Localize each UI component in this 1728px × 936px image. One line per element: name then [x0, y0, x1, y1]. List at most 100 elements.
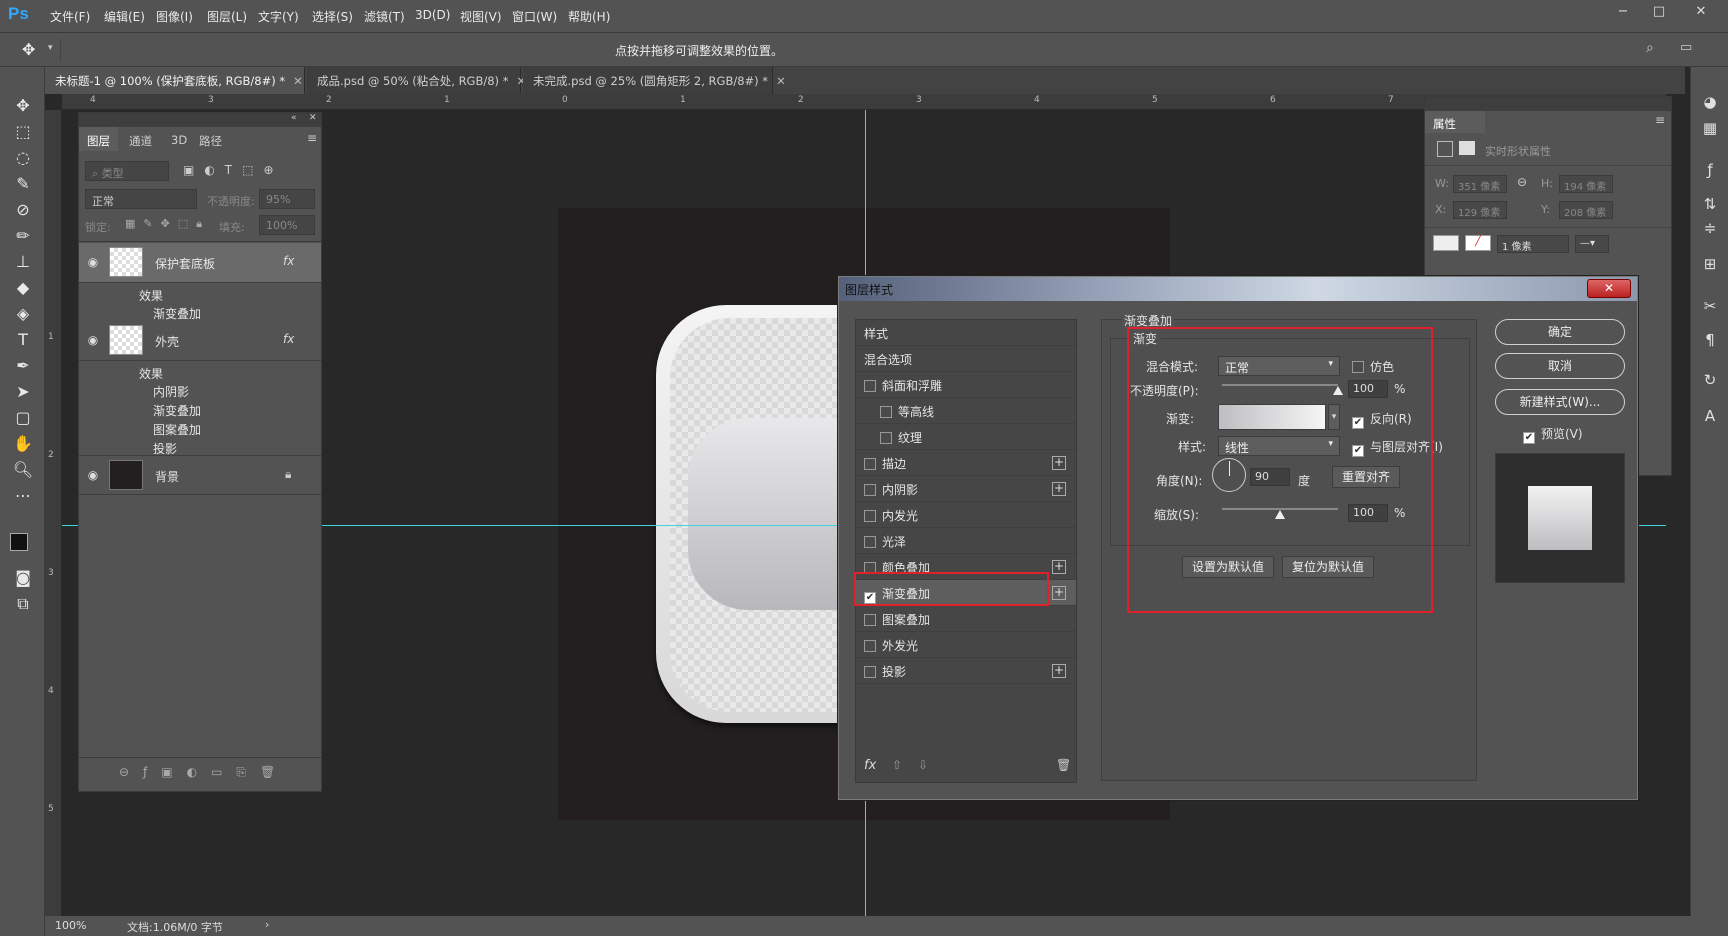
delete-icon[interactable]: 🗑︎ — [1056, 758, 1071, 772]
style-list-item[interactable]: 纹理 — [856, 424, 1076, 450]
libraries-icon[interactable]: ⊞ — [1699, 255, 1721, 277]
styles-icon[interactable]: ƒ — [1699, 161, 1721, 183]
zoom-tool-icon[interactable]: 🔍︎ — [10, 459, 36, 481]
visibility-eye-icon[interactable]: ◉ — [85, 255, 101, 271]
path-select-tool-icon[interactable]: ➤ — [10, 381, 36, 403]
add-instance-icon[interactable]: + — [1052, 586, 1066, 600]
preview-checkbox[interactable]: ✔ 预览(V) — [1523, 425, 1583, 444]
checkbox-icon[interactable] — [880, 406, 892, 418]
quick-mask-icon[interactable]: ◙ — [10, 567, 36, 589]
menu-item[interactable]: 文件(F) — [50, 8, 90, 25]
close-tab-icon[interactable]: ✕ — [293, 74, 303, 88]
style-list-item[interactable]: 混合选项 — [856, 346, 1076, 372]
y-input[interactable]: 208 像素 — [1559, 201, 1613, 219]
character-icon[interactable]: A — [1699, 407, 1721, 429]
eraser-tool-icon[interactable]: ◆ — [10, 277, 36, 299]
add-style-fx-icon[interactable]: fx — [864, 758, 876, 773]
fx-icon[interactable]: fx — [283, 332, 294, 346]
collapse-icon[interactable]: « — [291, 113, 297, 123]
panel-menu-icon[interactable]: ≡ — [307, 131, 317, 145]
document-tab[interactable]: 未标题-1 @ 100% (保护套底板, RGB/8#) * ✕ — [45, 67, 305, 94]
fill-input[interactable]: 100% — [259, 215, 315, 235]
screen-mode-icon[interactable]: ⧉ — [10, 593, 36, 615]
effect-item[interactable]: 图案叠加 — [153, 421, 201, 438]
add-instance-icon[interactable]: + — [1052, 456, 1066, 470]
foreground-color-swatch[interactable] — [10, 533, 28, 551]
type-tool-icon[interactable]: T — [10, 329, 36, 351]
blend-mode-select[interactable]: 正常 — [85, 189, 197, 209]
move-down-icon[interactable]: ⇩ — [918, 758, 928, 772]
cancel-button[interactable]: 取消 — [1495, 353, 1625, 379]
panel-menu-icon[interactable]: ≡ — [1655, 113, 1665, 127]
color-icon[interactable]: ◕ — [1699, 93, 1721, 115]
panel-tab[interactable]: 通道 — [121, 127, 160, 151]
workspace-icon[interactable]: ▭ — [1680, 40, 1692, 55]
effect-item[interactable]: 渐变叠加 — [153, 305, 201, 322]
sliders-icon[interactable]: ≑ — [1699, 219, 1721, 241]
filter-type-icons[interactable]: ▣◐T⬚⊕ — [183, 163, 284, 177]
menu-item[interactable]: 3D(D) — [415, 8, 450, 22]
effect-item[interactable]: 渐变叠加 — [153, 402, 201, 419]
x-input[interactable]: 129 像素 — [1453, 201, 1507, 219]
style-list-item[interactable]: 样式 — [856, 320, 1076, 346]
search-icon[interactable]: ⌕ — [1646, 40, 1654, 56]
dialog-close-button[interactable]: ✕ — [1587, 279, 1631, 298]
checkbox-icon[interactable] — [864, 380, 876, 392]
panel-tab[interactable]: 图层 — [79, 127, 118, 151]
menu-item[interactable]: 选择(S) — [312, 8, 353, 25]
quick-select-tool-icon[interactable]: ✎ — [10, 173, 36, 195]
tab-properties[interactable]: 属性 — [1425, 111, 1485, 133]
pen-tool-icon[interactable]: ✒ — [10, 355, 36, 377]
add-instance-icon[interactable]: + — [1052, 560, 1066, 574]
close-tab-icon[interactable]: ✕ — [776, 74, 786, 88]
new-style-button[interactable]: 新建样式(W)... — [1495, 389, 1625, 415]
tools-preset-icon[interactable]: ✂ — [1699, 297, 1721, 319]
move-tool-icon[interactable]: ✥ — [10, 95, 36, 117]
history-icon[interactable]: ↻ — [1699, 371, 1721, 393]
eyedropper-tool-icon[interactable]: ⊘ — [10, 199, 36, 221]
add-instance-icon[interactable]: + — [1052, 482, 1066, 496]
checkbox-icon[interactable] — [864, 640, 876, 652]
link-icon[interactable]: ⊖ — [1517, 175, 1527, 189]
layer-row-protect-base[interactable]: ◉ 保护套底板 fx — [79, 243, 321, 283]
checkbox-icon[interactable] — [864, 510, 876, 522]
adjustments-icon[interactable]: ⇅ — [1699, 195, 1721, 217]
menu-item[interactable]: 文字(Y) — [258, 8, 299, 25]
stroke-width-select[interactable]: 1 像素 — [1497, 235, 1569, 253]
lock-icons[interactable]: ▦✎✥⬚🔒︎ — [125, 217, 210, 231]
style-list-item[interactable]: 图案叠加 — [856, 606, 1076, 632]
style-list-item[interactable]: 描边 + — [856, 450, 1076, 476]
layer-footer-icons[interactable]: ⊖ƒ▣◐▭⎘🗑︎ — [119, 765, 289, 780]
menu-item[interactable]: 编辑(E) — [104, 8, 145, 25]
menu-item[interactable]: 帮助(H) — [568, 8, 610, 25]
stamp-tool-icon[interactable]: ⊥ — [10, 251, 36, 273]
style-list-item[interactable]: 外发光 — [856, 632, 1076, 658]
checkbox-icon[interactable] — [864, 458, 876, 470]
panel-tab[interactable]: 路径 — [191, 127, 230, 151]
menu-item[interactable]: 视图(V) — [460, 8, 502, 25]
minimize-button[interactable]: − — [1612, 4, 1634, 22]
chevron-down-icon[interactable]: ▾ — [48, 43, 53, 53]
effect-item[interactable]: 内阴影 — [153, 383, 189, 400]
marquee-tool-icon[interactable]: ⬚ — [10, 121, 36, 143]
layer-filter-select[interactable]: ⌕ 类型 — [85, 161, 169, 181]
layer-row-background[interactable]: ◉ 背景 🔒︎ — [79, 455, 321, 495]
gradient-tool-icon[interactable]: ◈ — [10, 303, 36, 325]
width-input[interactable]: 351 像素 — [1453, 175, 1507, 193]
opacity-input[interactable]: 95% — [259, 189, 315, 209]
style-list-item[interactable]: 内阴影 + — [856, 476, 1076, 502]
hand-tool-icon[interactable]: ✋ — [10, 433, 36, 455]
style-list-item[interactable]: 投影 + — [856, 658, 1076, 684]
brush-tool-icon[interactable]: ✏ — [10, 225, 36, 247]
style-list-item[interactable]: 内发光 — [856, 502, 1076, 528]
move-tool-icon[interactable]: ✥ — [22, 40, 35, 59]
chevron-right-icon[interactable]: › — [265, 918, 269, 931]
checkbox-icon[interactable] — [864, 536, 876, 548]
lasso-tool-icon[interactable]: ◌ — [10, 147, 36, 169]
visibility-eye-icon[interactable]: ◉ — [85, 468, 101, 484]
style-list-item[interactable]: 等高线 — [856, 398, 1076, 424]
ok-button[interactable]: 确定 — [1495, 319, 1625, 345]
visibility-eye-icon[interactable]: ◉ — [85, 333, 101, 349]
style-list-item[interactable]: 光泽 — [856, 528, 1076, 554]
menu-item[interactable]: 图像(I) — [156, 8, 193, 25]
